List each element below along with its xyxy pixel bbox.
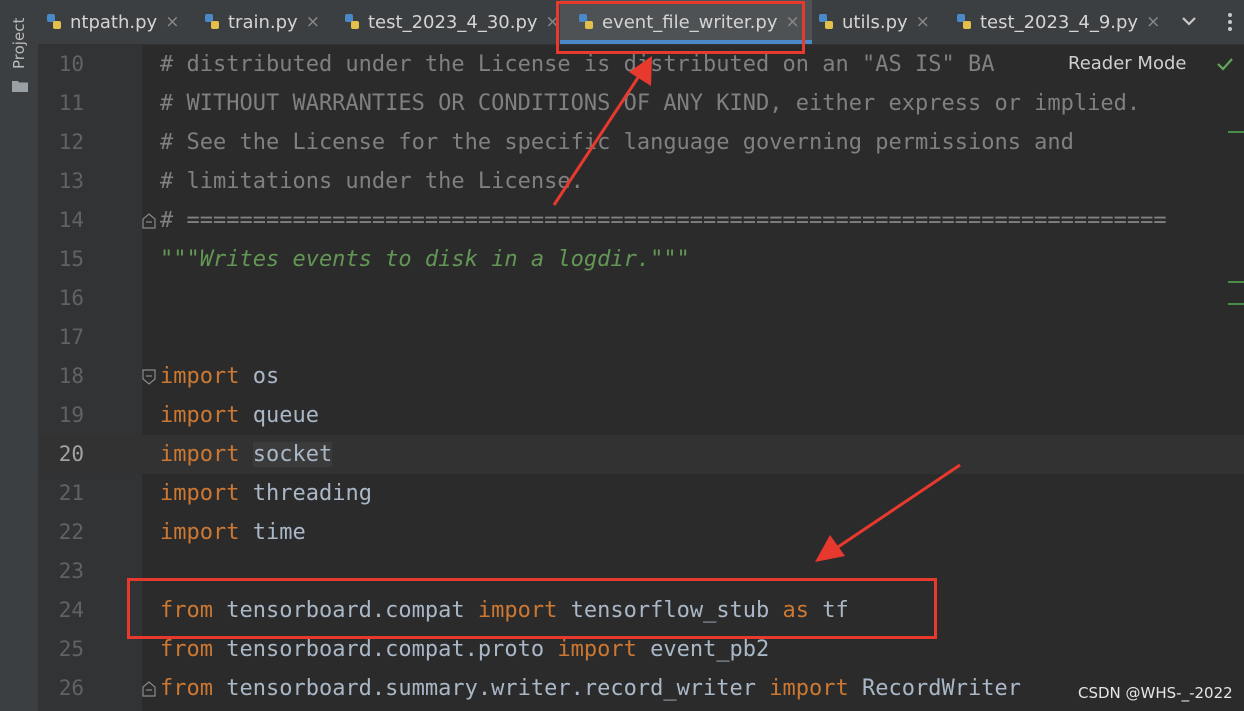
- tab-label: ntpath.py: [70, 11, 158, 33]
- code-line: 13 # limitations under the License.: [38, 162, 1244, 201]
- tab-label: train.py: [228, 11, 298, 33]
- project-tool-button[interactable]: Project: [6, 8, 32, 78]
- line-number: 21: [58, 481, 84, 505]
- scrollbar-change-marker: [1228, 281, 1244, 283]
- line-number: 14: [58, 208, 84, 232]
- code-line: 15 """Writes events to disk in a logdir.…: [38, 240, 1244, 279]
- keyword: import: [557, 637, 637, 662]
- scrollbar-change-marker: [1228, 303, 1244, 305]
- identifier: time: [239, 520, 306, 545]
- keyword: import: [160, 442, 240, 467]
- scrollbar-change-marker: [1228, 131, 1244, 133]
- code-line: 21 import threading: [38, 474, 1244, 513]
- code-line: 14 # ===================================…: [38, 201, 1244, 240]
- tab-utils[interactable]: utils.py ×: [816, 0, 930, 44]
- annotation-box-import-line: [127, 578, 937, 639]
- code-line: 12 # See the License for the specific la…: [38, 123, 1244, 162]
- line-number: 10: [58, 52, 84, 76]
- code-line: 16: [38, 279, 1244, 318]
- identifier: os: [239, 364, 280, 389]
- keyword: import: [160, 520, 240, 545]
- line-number: 12: [58, 130, 84, 154]
- code-text: # See the License for the specific langu…: [160, 130, 1074, 155]
- code-text: import queue: [160, 396, 319, 435]
- code-line: 11 # WITHOUT WARRANTIES OR CONDITIONS OF…: [38, 84, 1244, 123]
- checkmark-icon[interactable]: [1214, 53, 1236, 75]
- module-name: tensorboard.compat.proto: [212, 637, 558, 662]
- line-number: 18: [58, 364, 84, 388]
- identifier: RecordWriter: [848, 676, 1021, 701]
- tab-test-2023-4-30[interactable]: test_2023_4_30.py ×: [342, 0, 560, 44]
- highlighted-identifier: socket: [252, 442, 333, 467]
- keyword: import: [160, 403, 240, 428]
- tab-ntpath[interactable]: ntpath.py ×: [44, 0, 179, 44]
- python-file-icon: [957, 14, 971, 29]
- fold-end-icon[interactable]: [142, 681, 156, 697]
- tab-label: utils.py: [842, 11, 908, 33]
- more-options-icon[interactable]: [1218, 10, 1242, 34]
- folder-icon[interactable]: [12, 80, 28, 92]
- fold-end-icon[interactable]: [142, 213, 156, 229]
- close-icon[interactable]: ×: [306, 12, 320, 32]
- code-text: import os: [160, 357, 279, 396]
- line-number: 24: [58, 598, 84, 622]
- python-file-icon: [47, 14, 61, 29]
- code-text: # WITHOUT WARRANTIES OR CONDITIONS OF AN…: [160, 91, 1141, 116]
- keyword: from: [160, 637, 213, 662]
- module-name: tensorboard.summary.writer.record_writer: [212, 676, 770, 701]
- line-number: 11: [58, 91, 84, 115]
- line-number: 15: [58, 247, 84, 271]
- identifier: threading: [239, 481, 372, 506]
- chevron-down-icon[interactable]: [1178, 10, 1200, 32]
- code-text: # limitations under the License.: [160, 169, 584, 194]
- code-line: 18 import os: [38, 357, 1244, 396]
- tab-label: test_2023_4_9.py: [980, 11, 1139, 33]
- close-icon[interactable]: ×: [165, 12, 179, 32]
- line-number: 19: [58, 403, 84, 427]
- keyword: import: [160, 481, 240, 506]
- docstring-text: """Writes events to disk in a logdir.""": [160, 247, 690, 272]
- tab-train[interactable]: train.py ×: [202, 0, 320, 44]
- line-number: 17: [58, 325, 84, 349]
- python-file-icon: [819, 14, 833, 29]
- keyword: from: [160, 676, 213, 701]
- identifier: queue: [239, 403, 319, 428]
- code-line: 19 import queue: [38, 396, 1244, 435]
- code-line: 17: [38, 318, 1244, 357]
- code-text: # ======================================…: [160, 208, 1167, 233]
- close-icon[interactable]: ×: [916, 12, 930, 32]
- code-line: 26 from tensorboard.summary.writer.recor…: [38, 669, 1244, 708]
- code-text: import socket: [160, 435, 333, 474]
- reader-mode-button[interactable]: Reader Mode: [1058, 49, 1197, 79]
- python-file-icon: [205, 14, 219, 29]
- line-number: 20: [58, 442, 84, 466]
- identifier: event_pb2: [636, 637, 770, 662]
- tab-label: test_2023_4_30.py: [368, 11, 538, 33]
- line-number: 13: [58, 169, 84, 193]
- tab-test-2023-4-9[interactable]: test_2023_4_9.py ×: [954, 0, 1160, 44]
- code-text: import time: [160, 513, 306, 552]
- current-code-line: 20 import socket: [38, 435, 1244, 474]
- line-number: 16: [58, 286, 84, 310]
- annotation-box-tab: [556, 1, 805, 54]
- keyword: import: [769, 676, 849, 701]
- line-number: 23: [58, 559, 84, 583]
- project-tool-strip: Project: [0, 0, 39, 711]
- keyword: import: [160, 364, 240, 389]
- code-text: from tensorboard.summary.writer.record_w…: [160, 669, 1021, 708]
- fold-start-icon[interactable]: [142, 369, 156, 385]
- watermark: CSDN @WHS-_-2022: [1078, 684, 1233, 702]
- line-number: 25: [58, 637, 84, 661]
- code-line: 22 import time: [38, 513, 1244, 552]
- line-number: 22: [58, 520, 84, 544]
- close-icon[interactable]: ×: [1146, 12, 1160, 32]
- python-file-icon: [345, 14, 359, 29]
- code-text: import threading: [160, 474, 372, 513]
- line-number: 26: [58, 676, 84, 700]
